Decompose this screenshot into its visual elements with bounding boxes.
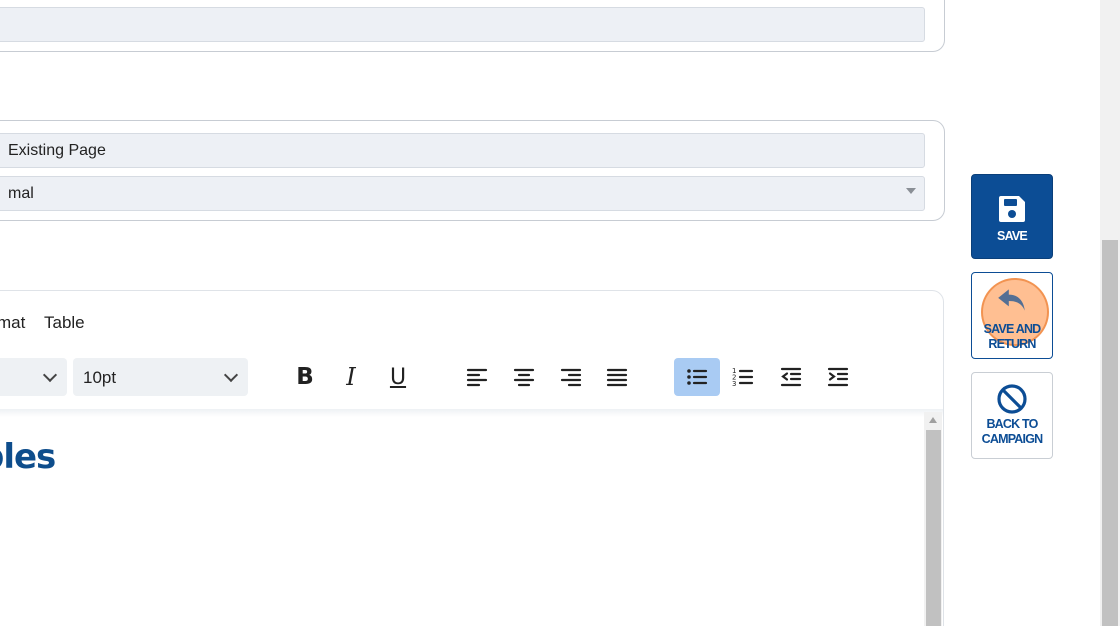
style-select-value: mal	[8, 185, 34, 202]
font-size-select[interactable]: 10pt	[73, 358, 248, 396]
bold-button[interactable]: B	[283, 358, 327, 396]
align-justify-icon	[606, 368, 628, 387]
align-justify-button[interactable]	[595, 358, 639, 396]
reply-arrow-icon	[998, 289, 1025, 311]
bullet-list-button[interactable]	[674, 358, 720, 396]
indent-button[interactable]	[816, 358, 860, 396]
style-select[interactable]: mal	[0, 176, 925, 211]
align-right-icon	[560, 368, 582, 387]
indent-icon	[827, 367, 849, 387]
menu-table[interactable]: Table	[44, 313, 85, 333]
outdent-icon	[780, 367, 802, 387]
editor-scrollbar[interactable]	[924, 412, 942, 626]
page-select-field[interactable]: Existing Page	[0, 133, 925, 168]
top-section-card	[0, 0, 945, 52]
editor-scrollbar-thumb[interactable]	[926, 430, 941, 626]
numbered-list-icon: 123	[732, 367, 754, 388]
page-scrollbar[interactable]	[1100, 0, 1120, 626]
align-center-button[interactable]	[502, 358, 546, 396]
rich-text-editor: mat Table 10pt B I U	[0, 290, 944, 626]
caret-down-icon	[906, 188, 916, 194]
save-and-return-label: SAVE AND RETURN	[983, 322, 1042, 351]
chevron-down-icon	[42, 367, 58, 383]
bold-icon: B	[296, 364, 314, 390]
page: Existing Page mal mat Table 10pt B I U	[0, 0, 1120, 626]
save-and-return-content[interactable]: SAVE AND RETURN	[971, 272, 1053, 359]
editor-content-heading[interactable]: bles	[0, 437, 56, 477]
italic-button[interactable]: I	[329, 358, 373, 396]
underline-button[interactable]: U	[376, 358, 420, 396]
back-to-campaign-button[interactable]: BACK TO CAMPAIGN	[971, 372, 1053, 459]
font-family-select[interactable]	[0, 358, 67, 396]
save-label: SAVE	[997, 229, 1028, 243]
scroll-up-arrow-icon[interactable]	[929, 417, 937, 423]
page-settings-card: Existing Page mal	[0, 120, 945, 221]
floppy-disk-icon	[999, 196, 1025, 222]
menu-format[interactable]: mat	[0, 313, 25, 333]
top-text-field[interactable]	[0, 7, 925, 42]
align-left-button[interactable]	[455, 358, 499, 396]
back-to-campaign-label: BACK TO CAMPAIGN	[981, 417, 1044, 446]
font-size-value: 10pt	[83, 368, 117, 387]
chevron-down-icon	[223, 367, 239, 383]
toolbar-divider	[0, 409, 943, 417]
underline-icon: U	[389, 364, 407, 390]
outdent-button[interactable]	[769, 358, 813, 396]
bullet-list-icon	[687, 369, 708, 385]
ban-icon	[997, 384, 1027, 414]
italic-icon: I	[346, 363, 356, 391]
page-scrollbar-thumb[interactable]	[1102, 240, 1118, 626]
align-center-icon	[513, 368, 535, 387]
align-right-button[interactable]	[549, 358, 593, 396]
align-left-icon	[466, 368, 488, 387]
numbered-list-button[interactable]: 123	[721, 358, 765, 396]
svg-text:3: 3	[732, 380, 736, 388]
save-button[interactable]: SAVE	[971, 174, 1053, 259]
